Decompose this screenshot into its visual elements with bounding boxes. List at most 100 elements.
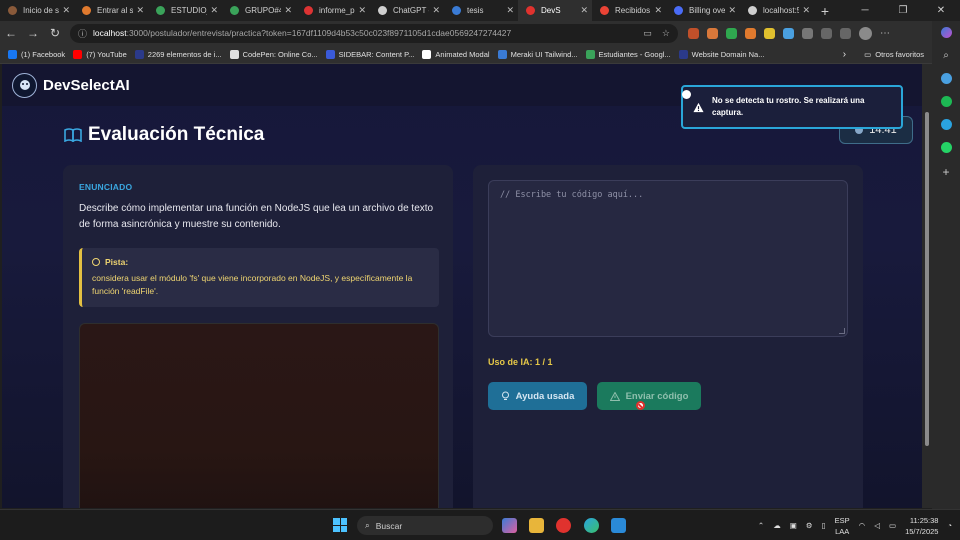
close-icon[interactable]: ✕ <box>802 5 810 16</box>
close-icon[interactable]: ✕ <box>580 5 588 16</box>
spotify-icon[interactable] <box>940 96 952 107</box>
info-icon[interactable]: ⓘ <box>78 27 87 40</box>
close-icon[interactable]: ✕ <box>136 5 144 16</box>
browser-tab[interactable]: localhost:5 ✕ <box>740 0 814 21</box>
copilot-app-icon[interactable] <box>502 518 517 533</box>
close-icon[interactable]: ✕ <box>728 5 736 16</box>
close-icon[interactable]: ✕ <box>284 5 292 16</box>
close-icon[interactable]: ✕ <box>210 5 218 16</box>
taskbar-search[interactable]: ⌕ Buscar <box>357 516 493 535</box>
browser-tab[interactable]: ESTUDIO_ ✕ <box>148 0 222 21</box>
whatsapp-icon[interactable] <box>940 142 952 153</box>
resize-handle-icon[interactable] <box>839 328 845 334</box>
chevron-up-icon[interactable]: ⌃ <box>758 521 764 530</box>
file-explorer-icon[interactable] <box>529 518 544 533</box>
help-button[interactable]: Ayuda usada <box>488 382 587 410</box>
notification-bell-icon[interactable]: ◔ <box>947 521 952 530</box>
brand-logo-icon[interactable] <box>12 72 37 98</box>
tab-favicon-icon <box>674 6 683 15</box>
edge-icon[interactable] <box>584 518 599 533</box>
submit-code-button[interactable]: Enviar código <box>597 382 701 410</box>
bookmark-item[interactable]: Meraki UI Tailwind... <box>497 49 578 59</box>
tab-favicon-icon <box>378 6 387 15</box>
bookmark-item[interactable]: CodePen: Online Co... <box>229 49 318 59</box>
chevron-right-icon[interactable]: › <box>843 49 846 60</box>
page-scrollbar[interactable] <box>922 64 932 508</box>
add-icon[interactable]: + <box>942 165 949 179</box>
browser-tab[interactable]: Entrar al si ✕ <box>74 0 148 21</box>
close-icon[interactable]: ✕ <box>432 5 440 16</box>
browser-tab[interactable]: Billing ove ✕ <box>666 0 740 21</box>
code-editor[interactable]: // Escribe tu código aquí... <box>488 180 848 337</box>
lightbulb-icon <box>501 391 509 400</box>
bookmark-item[interactable]: 2269 elementos de i... <box>134 49 222 59</box>
bookmark-item[interactable]: (7) YouTube <box>73 49 127 59</box>
opera-icon[interactable] <box>556 518 571 533</box>
address-bar[interactable]: ⓘ localhost:3000/postulador/entrevista/p… <box>70 23 678 43</box>
battery-icon[interactable]: ▭ <box>889 521 896 530</box>
back-button[interactable]: ← <box>0 26 22 40</box>
other-favorites[interactable]: › ▭ Otros favoritos <box>843 49 924 60</box>
system-clock[interactable]: 11:25:38 15/7/2025 <box>905 515 938 537</box>
browser-tab[interactable]: Inicio de s ✕ <box>0 0 74 21</box>
extension-icon[interactable] <box>726 27 737 39</box>
onedrive-icon[interactable]: ☁ <box>773 521 781 530</box>
close-icon[interactable]: ✕ <box>654 5 662 16</box>
windows-start-icon[interactable] <box>333 518 347 532</box>
puzzle-icon[interactable] <box>802 27 813 39</box>
browser-tab-active[interactable]: DevS ✕ <box>518 0 592 21</box>
bookmark-item[interactable]: SIDEBAR: Content P... <box>325 49 414 59</box>
copilot-icon[interactable] <box>940 27 952 38</box>
minimize-button[interactable]: ─ <box>846 0 884 21</box>
shopping-icon[interactable] <box>940 73 952 84</box>
edge-sidebar: ⌕ + <box>932 21 960 509</box>
tab-favicon-icon <box>82 6 91 15</box>
more-menu-icon[interactable]: ⋯ <box>880 28 890 39</box>
telegram-icon[interactable] <box>940 119 952 130</box>
browser-tab[interactable]: GRUPO#4 ✕ <box>222 0 296 21</box>
wifi-icon[interactable]: ◠ <box>859 521 866 530</box>
input-language[interactable]: ESP LAA <box>835 515 850 537</box>
collections-icon[interactable] <box>840 27 851 39</box>
extension-icon[interactable] <box>707 27 718 39</box>
bluetooth-icon[interactable]: ⚙ <box>806 521 813 530</box>
bookmark-item[interactable]: Animated Modal <box>422 49 490 59</box>
bookmark-item[interactable]: Website Domain Na... <box>678 49 764 59</box>
extension-icon[interactable] <box>688 27 699 39</box>
vscode-icon[interactable] <box>611 518 626 533</box>
toast-message: No se detecta tu rostro. Se realizará un… <box>712 96 865 117</box>
reload-button[interactable]: ↻ <box>44 26 66 40</box>
favorites-icon[interactable] <box>821 27 832 39</box>
new-tab-button[interactable]: + <box>814 3 836 19</box>
close-window-button[interactable]: ✕ <box>922 0 960 21</box>
close-icon[interactable]: ✕ <box>358 5 366 16</box>
browser-tab[interactable]: tesis ✕ <box>444 0 518 21</box>
camera-icon[interactable]: ▭ <box>643 28 652 39</box>
extension-icon[interactable] <box>764 27 775 39</box>
tab-favicon-icon <box>8 6 17 15</box>
warning-icon <box>693 102 704 112</box>
extension-icon[interactable] <box>745 27 756 39</box>
star-icon[interactable]: ☆ <box>662 28 670 39</box>
browser-tab[interactable]: Recibidos ✕ <box>592 0 666 21</box>
webcam-preview <box>79 323 439 508</box>
app-tray-icon[interactable]: ▣ <box>790 521 797 530</box>
close-icon[interactable]: ✕ <box>506 5 514 16</box>
maximize-button[interactable]: ❐ <box>884 0 922 21</box>
profile-avatar[interactable] <box>859 26 872 40</box>
bookmarks-bar: (1) Facebook (7) YouTube 2269 elementos … <box>0 45 960 64</box>
scrollbar-thumb[interactable] <box>925 112 929 446</box>
bookmark-item[interactable]: Estudiantes - Googl... <box>585 49 671 59</box>
forward-button[interactable]: → <box>22 26 44 40</box>
brand-name[interactable]: DevSelectAI <box>43 77 130 94</box>
volume-icon[interactable]: ◁ <box>874 521 880 530</box>
extension-icon[interactable] <box>783 27 794 39</box>
bookmark-item[interactable]: (1) Facebook <box>8 49 65 59</box>
close-icon[interactable]: ✕ <box>62 5 70 16</box>
browser-tab[interactable]: informe_p ✕ <box>296 0 370 21</box>
phone-link-icon[interactable]: ▯ <box>822 521 826 530</box>
browser-tab[interactable]: ChatGPT - ✕ <box>370 0 444 21</box>
search-icon[interactable]: ⌕ <box>943 50 949 61</box>
folder-icon: ▭ <box>864 49 872 59</box>
tab-favicon-icon <box>304 6 313 15</box>
